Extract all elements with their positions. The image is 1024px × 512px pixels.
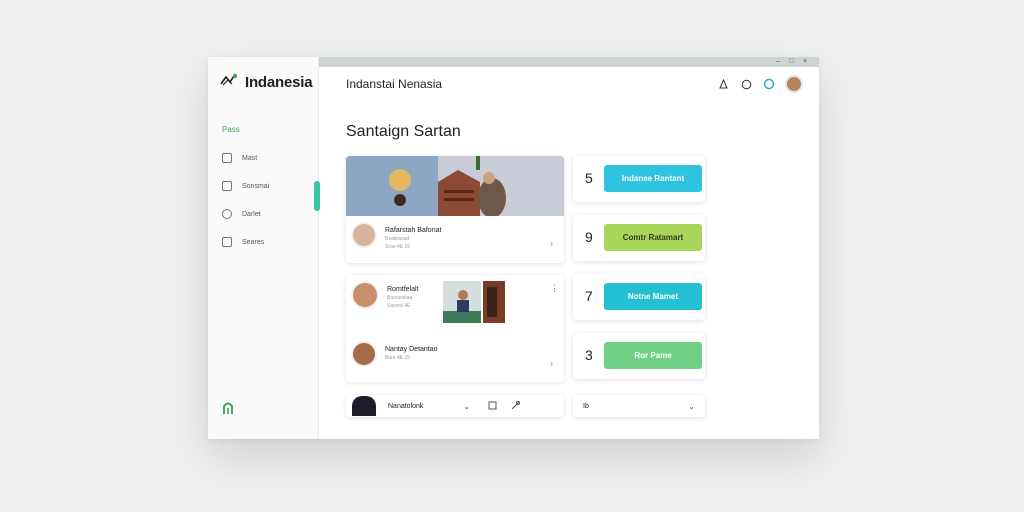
stat-number: 3: [585, 347, 593, 363]
person-time: Sasred 4E: [387, 303, 411, 309]
person-name: Rafarstah Bafonat: [385, 227, 442, 234]
stat-action-button[interactable]: Comtr Ratamart: [604, 224, 702, 251]
close-button[interactable]: ×: [803, 57, 807, 67]
chat-icon[interactable]: [739, 77, 753, 91]
avatar: [351, 341, 377, 367]
sidebar-item-pass[interactable]: Pass: [222, 125, 240, 134]
sidebar-item-seares[interactable]: Seares: [222, 237, 264, 247]
sidebar: Indanesia Pass Mast Sonsmai Darlet Seare…: [208, 57, 319, 439]
chevron-right-icon[interactable]: ›: [550, 238, 553, 248]
title-bar: [319, 57, 819, 67]
avatar: [351, 281, 379, 309]
sidebar-item-sonsmai[interactable]: Sonsmai: [222, 181, 269, 191]
link-icon[interactable]: [511, 400, 521, 412]
person-name: Nantay Detantao: [385, 346, 438, 353]
stat-card: 5 Indanee Rantant: [573, 156, 705, 202]
add-icon: [222, 237, 232, 247]
stat-number: 9: [585, 229, 593, 245]
sidebar-item-label: Mast: [242, 154, 258, 162]
stat-action-button[interactable]: Indanee Rantant: [604, 165, 702, 192]
feed-thumbnail: [443, 281, 505, 323]
feed-card-list[interactable]: Romtfelalt Basraoioaa Sasred 4E ⋮ Nantay…: [346, 275, 564, 382]
app-window: Indanesia Pass Mast Sonsmai Darlet Seare…: [208, 57, 819, 439]
feed-row: Nantay Detantao Bore 4E 15: [351, 341, 438, 367]
square-icon: [222, 153, 232, 163]
chevron-down-icon: ⌄: [688, 401, 695, 411]
more-menu-icon[interactable]: ⋮: [550, 283, 559, 294]
person-sub: Basraoioaa: [387, 295, 413, 301]
person-time: Sroo 4E 15: [385, 244, 411, 250]
user-avatar[interactable]: [785, 75, 803, 93]
edit-icon[interactable]: [488, 401, 497, 412]
header-title: Indanstai Nenasia: [346, 77, 443, 91]
list-icon: [222, 181, 232, 191]
stat-card: 7 Notne Mamet: [573, 274, 705, 320]
person-sub: Bore 4E 15: [385, 355, 411, 361]
feed-card-featured[interactable]: Rafarstah Bafonat Bsabranad Sroo 4E 15 ›: [346, 156, 564, 263]
bell-icon[interactable]: [716, 77, 730, 91]
chevron-down-icon[interactable]: ⌄: [463, 402, 470, 411]
chat-icon: [222, 209, 232, 219]
brand-mark-icon: [222, 401, 234, 420]
person-name: Romtfelalt: [387, 286, 419, 293]
stat-card: 9 Comtr Ratamart: [573, 215, 705, 261]
sidebar-item-label: Sonsmai: [242, 182, 270, 190]
app-logo[interactable]: Indanesia: [220, 73, 313, 92]
dropdown-label: Ib: [583, 402, 589, 410]
bottom-toolbar: Nanatolonk ⌄: [346, 395, 564, 417]
hero-image: [346, 156, 564, 216]
header-actions: [716, 75, 803, 93]
logo-icon: [220, 73, 240, 92]
chevron-right-icon[interactable]: ›: [550, 358, 553, 368]
sidebar-item-label: Seares: [242, 238, 265, 246]
person-sub: Bsabranad: [385, 236, 410, 242]
avatar: [351, 222, 377, 248]
feed-row: Romtfelalt Basraoioaa Sasred 4E: [351, 281, 419, 309]
app-name: Indanesia: [245, 74, 313, 91]
sidebar-collapse-handle[interactable]: [314, 181, 320, 211]
sidebar-item-darlet[interactable]: Darlet: [222, 209, 261, 219]
page-title: Santaign Sartan: [346, 123, 461, 140]
avatar: [352, 396, 376, 416]
stat-action-button[interactable]: Notne Mamet: [604, 283, 702, 310]
stat-number: 7: [585, 288, 593, 304]
sidebar-item-mast[interactable]: Mast: [222, 153, 257, 163]
minimize-button[interactable]: –: [776, 57, 780, 67]
maximize-button[interactable]: □: [789, 57, 793, 67]
stat-card: 3 Ror Pame: [573, 333, 705, 379]
sync-icon[interactable]: [762, 77, 776, 91]
feed-row: Rafarstah Bafonat Bsabranad Sroo 4E 15: [351, 222, 441, 250]
bottom-dropdown[interactable]: Ib ⌄: [573, 395, 705, 417]
bottom-toolbar-label: Nanatolonk: [388, 402, 424, 410]
stat-number: 5: [585, 170, 593, 186]
sidebar-item-label: Darlet: [242, 210, 261, 218]
stat-action-button[interactable]: Ror Pame: [604, 342, 702, 369]
